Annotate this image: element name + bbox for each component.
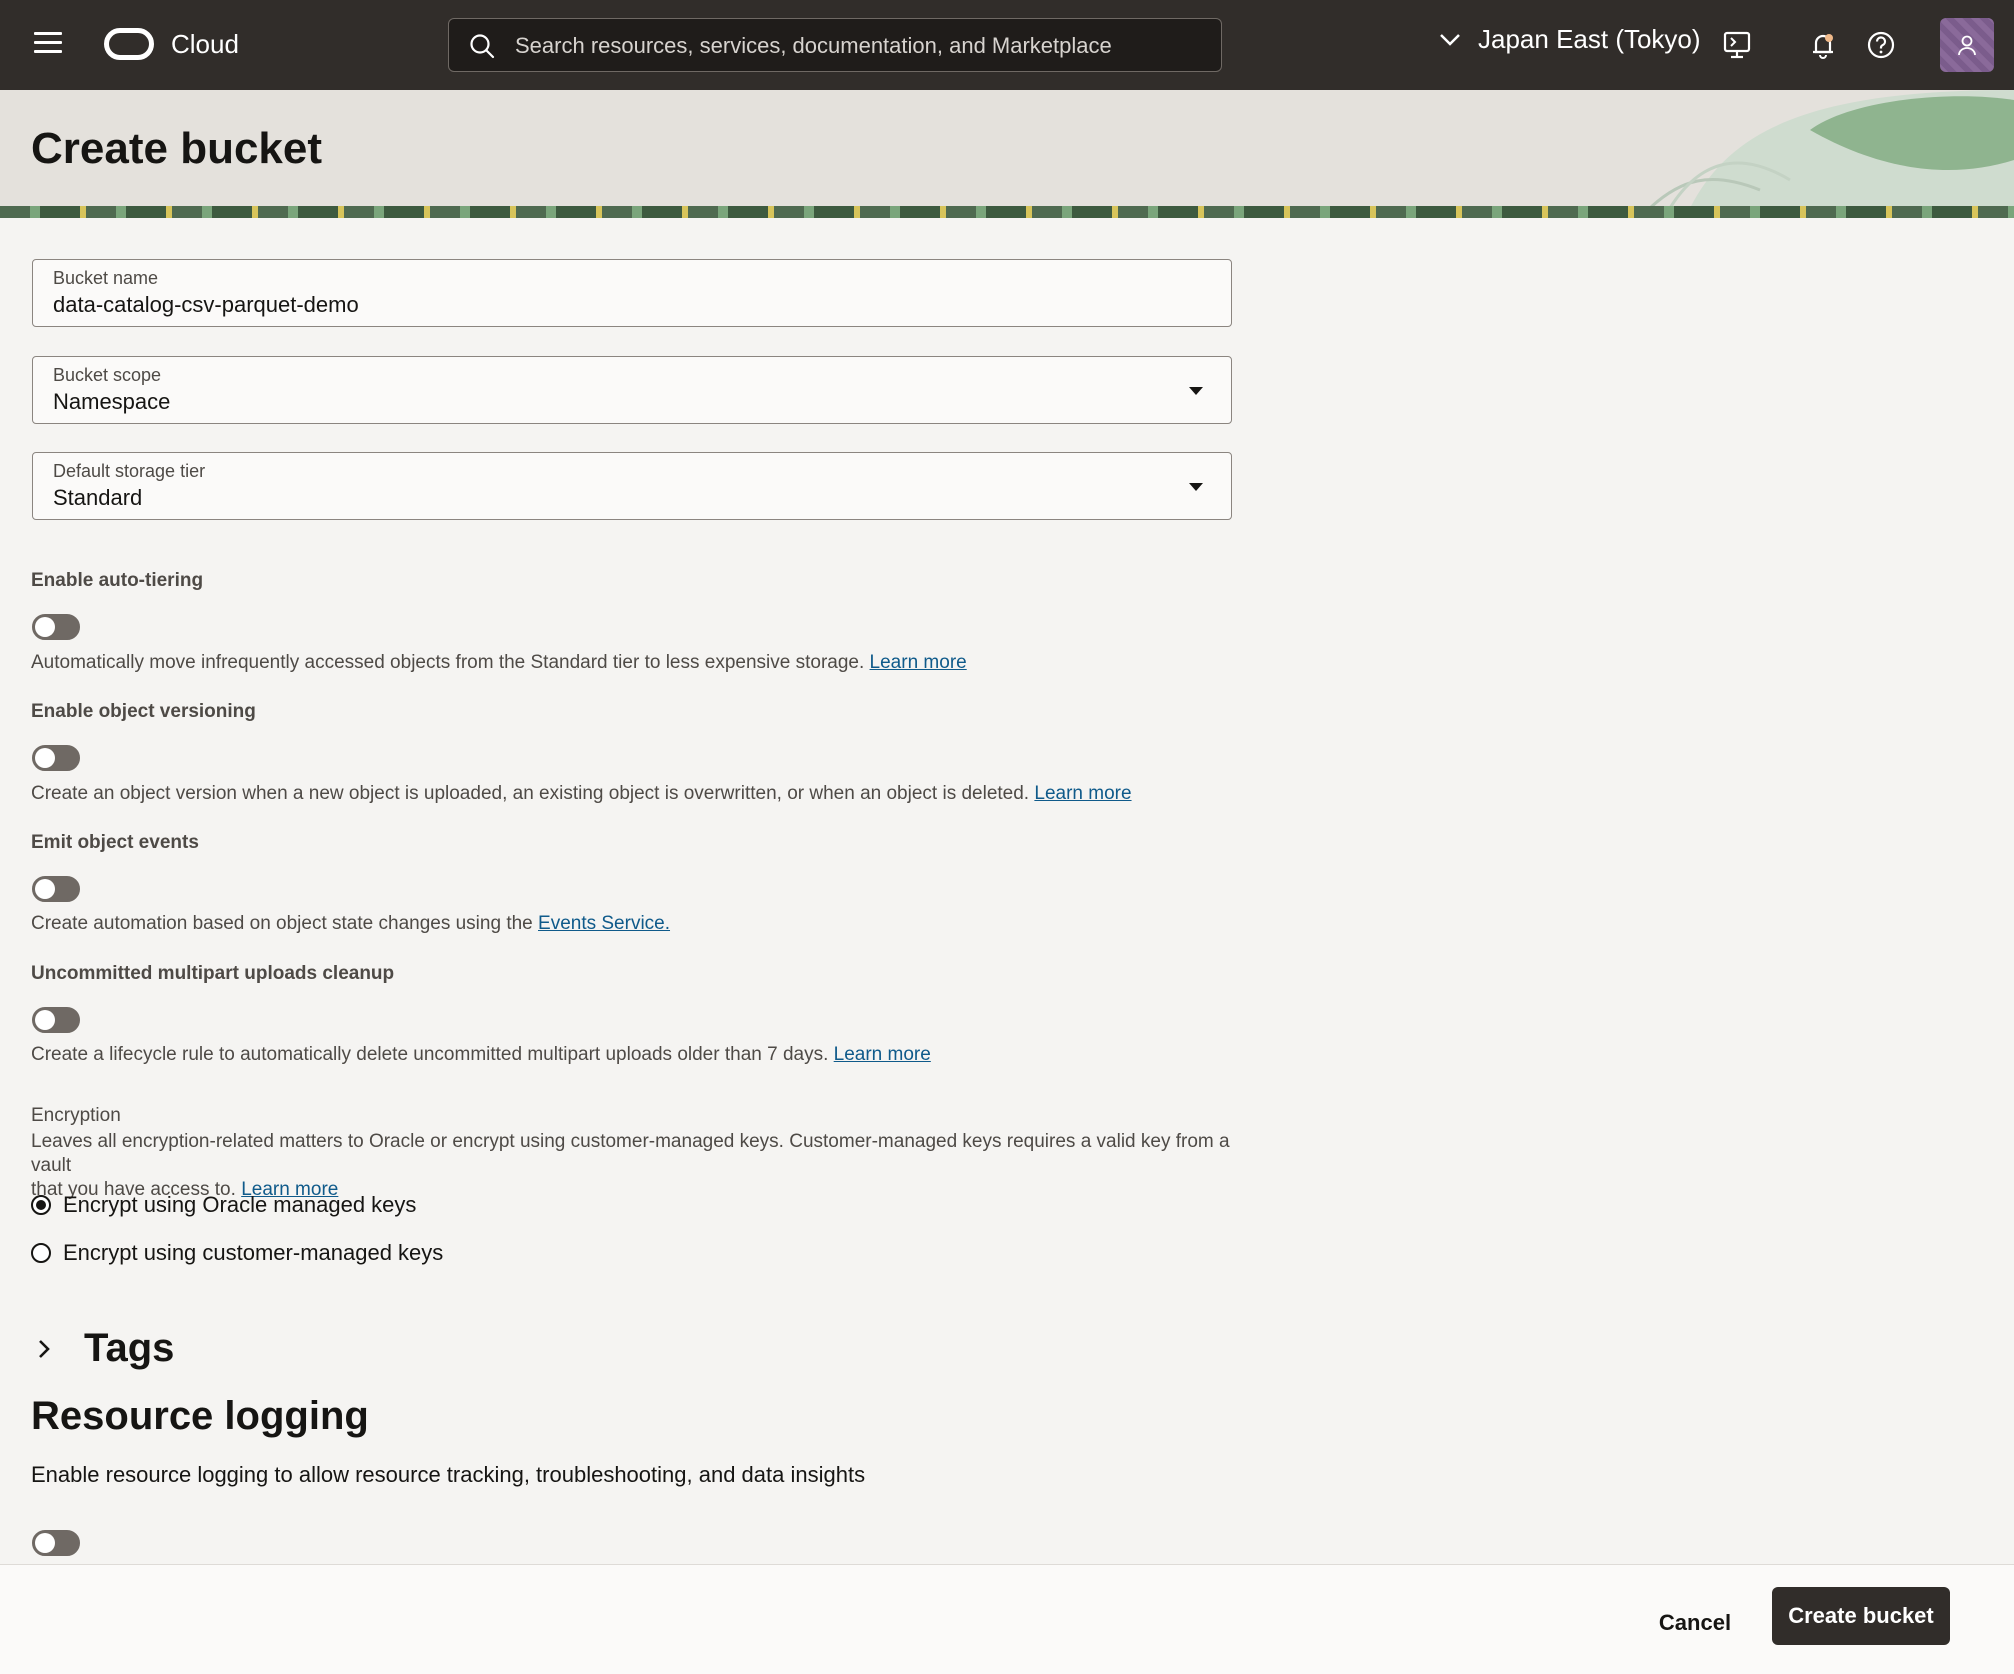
object-events-help-text: Create automation based on object state … (31, 913, 533, 934)
resource-logging-title: Resource logging (31, 1394, 369, 1438)
encryption-help-line1: Leaves all encryption-related matters to… (31, 1131, 1230, 1176)
search-icon (470, 34, 495, 59)
versioning-label: Enable object versioning (31, 701, 256, 722)
resource-logging-toggle[interactable] (32, 1530, 80, 1556)
brand-name[interactable]: Cloud (171, 29, 239, 60)
top-nav-bar: Cloud Japan East (Tokyo) (0, 0, 2014, 90)
versioning-help-text: Create an object version when a new obje… (31, 783, 1030, 804)
bucket-scope-label: Bucket scope (53, 365, 162, 385)
toggle-knob (35, 879, 55, 899)
caret-down-icon (1189, 387, 1203, 395)
page-header: Create bucket (0, 90, 2014, 218)
radio-button-unchecked[interactable] (31, 1243, 51, 1263)
tags-expander[interactable]: Tags (36, 1326, 174, 1371)
storage-tier-label: Default storage tier (53, 461, 206, 481)
cloud-shell-icon[interactable] (1720, 28, 1754, 62)
region-selector[interactable]: Japan East (Tokyo) (1438, 24, 1701, 55)
auto-tiering-learn-more-link[interactable]: Learn more (870, 652, 967, 673)
decorative-header-art (1650, 90, 2014, 208)
chevron-right-icon (39, 1339, 50, 1358)
versioning-help: Create an object version when a new obje… (31, 782, 1132, 806)
bucket-name-field[interactable]: Bucket name (32, 259, 1232, 327)
bucket-name-input[interactable] (53, 290, 1153, 320)
auto-tiering-label: Enable auto-tiering (31, 570, 204, 591)
auto-tiering-toggle[interactable] (32, 614, 80, 640)
resource-logging-desc: Enable resource logging to allow resourc… (31, 1462, 866, 1487)
action-footer: Cancel Create bucket (0, 1564, 2014, 1674)
radio-customer-managed-label: Encrypt using customer-managed keys (63, 1240, 444, 1265)
cancel-button[interactable]: Cancel (1640, 1601, 1750, 1645)
multipart-cleanup-help-text: Create a lifecycle rule to automatically… (31, 1044, 829, 1065)
radio-oracle-managed-label: Encrypt using Oracle managed keys (63, 1192, 417, 1217)
encryption-label: Encryption (31, 1105, 121, 1126)
storage-tier-select[interactable]: Default storage tier Standard (32, 452, 1232, 520)
user-icon (1958, 35, 1976, 56)
storage-tier-value: Standard (53, 485, 143, 510)
multipart-learn-more-link[interactable]: Learn more (834, 1044, 931, 1065)
multipart-cleanup-label: Uncommitted multipart uploads cleanup (31, 963, 395, 984)
tags-title: Tags (84, 1326, 175, 1370)
search-bar[interactable] (448, 18, 1222, 72)
decorative-header-strip (0, 206, 2014, 218)
page-title: Create bucket (31, 124, 323, 173)
bucket-scope-select[interactable]: Bucket scope Namespace (32, 356, 1232, 424)
multipart-cleanup-toggle[interactable] (32, 1007, 80, 1033)
chevron-down-icon (1440, 33, 1460, 46)
region-label: Japan East (Tokyo) (1478, 24, 1701, 54)
auto-tiering-help: Automatically move infrequently accessed… (31, 651, 967, 675)
object-events-toggle[interactable] (32, 876, 80, 902)
cloud-logo[interactable] (104, 28, 154, 60)
toggle-knob (35, 617, 55, 637)
caret-down-icon (1189, 483, 1203, 491)
versioning-toggle[interactable] (32, 745, 80, 771)
object-events-help: Create automation based on object state … (31, 912, 670, 936)
bucket-scope-value: Namespace (53, 389, 171, 414)
toggle-knob (35, 1533, 55, 1553)
radio-oracle-managed-keys[interactable]: Encrypt using Oracle managed keys (31, 1192, 416, 1218)
multipart-cleanup-help: Create a lifecycle rule to automatically… (31, 1043, 931, 1067)
user-avatar[interactable] (1940, 18, 1994, 72)
toggle-knob (35, 748, 55, 768)
versioning-learn-more-link[interactable]: Learn more (1034, 783, 1131, 804)
radio-customer-managed-keys[interactable]: Encrypt using customer-managed keys (31, 1240, 443, 1266)
create-bucket-button[interactable]: Create bucket (1772, 1587, 1950, 1645)
events-service-link[interactable]: Events Service. (538, 913, 670, 934)
bucket-name-label: Bucket name (53, 268, 159, 288)
object-events-label: Emit object events (31, 832, 199, 853)
search-input[interactable] (515, 29, 1205, 63)
hamburger-menu-icon[interactable] (34, 32, 62, 56)
help-icon[interactable] (1864, 28, 1898, 62)
radio-button-checked[interactable] (31, 1195, 51, 1215)
bell-icon[interactable] (1806, 28, 1840, 62)
toggle-knob (35, 1010, 55, 1030)
auto-tiering-help-text: Automatically move infrequently accessed… (31, 652, 865, 673)
